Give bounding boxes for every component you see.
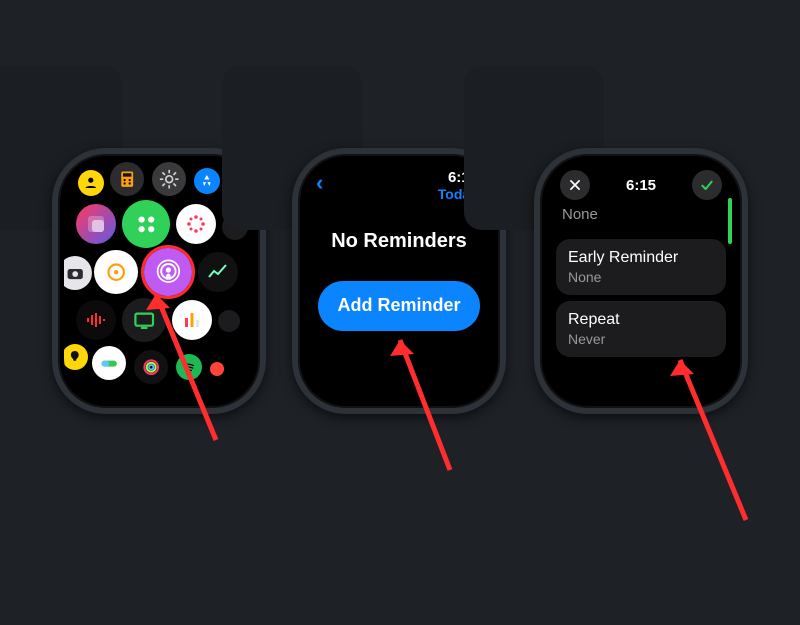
- calculator-app-icon[interactable]: [110, 162, 144, 196]
- side-button[interactable]: [262, 282, 266, 338]
- contacts-app-icon[interactable]: [78, 170, 104, 196]
- repeat-title: Repeat: [568, 311, 714, 329]
- findmy-app-icon[interactable]: [122, 298, 166, 342]
- noise-app-icon[interactable]: [64, 344, 88, 370]
- pill-app-icon[interactable]: [92, 346, 126, 380]
- confirm-button[interactable]: [692, 170, 722, 200]
- add-reminder-label: Add Reminder: [337, 295, 460, 316]
- repeat-value: Never: [568, 331, 714, 347]
- spotify-app-icon[interactable]: [176, 354, 202, 380]
- phone-app-icon[interactable]: [122, 200, 170, 248]
- back-button[interactable]: ‹: [316, 170, 323, 202]
- add-reminder-button[interactable]: Add Reminder: [318, 281, 480, 331]
- watch-screen-3: 6:15 None Early Reminder None Repeat Nev…: [546, 160, 736, 402]
- appstore-app-icon[interactable]: [194, 168, 220, 194]
- podcasts-app-icon[interactable]: [144, 248, 192, 296]
- side-button[interactable]: [502, 282, 506, 338]
- music-app-icon[interactable]: [172, 300, 212, 340]
- shortcuts-app-icon[interactable]: [76, 204, 116, 244]
- no-reminders-heading: No Reminders: [304, 230, 494, 253]
- early-reminder-row[interactable]: Early Reminder None: [556, 239, 726, 295]
- notification-dot-icon: [210, 362, 224, 376]
- repeat-row[interactable]: Repeat Never: [556, 301, 726, 357]
- tutorial-stage: ‹ 6:15 Today No Reminders Add Reminder: [0, 0, 800, 625]
- check-icon: [699, 177, 715, 193]
- cancel-button[interactable]: [560, 170, 590, 200]
- camera-app-icon[interactable]: [64, 256, 92, 290]
- early-reminder-value: None: [568, 269, 714, 285]
- activity-app-icon[interactable]: [134, 350, 168, 384]
- wallet-app-icon[interactable]: [94, 250, 138, 294]
- memos-app-icon[interactable]: [76, 300, 116, 340]
- early-reminder-title: Early Reminder: [568, 249, 714, 267]
- edge-dot-icon[interactable]: [218, 310, 240, 332]
- stocks-app-icon[interactable]: [198, 252, 238, 292]
- watch-case-3: 6:15 None Early Reminder None Repeat Nev…: [534, 148, 748, 414]
- settings-app-icon[interactable]: [152, 162, 186, 196]
- time-label: 6:15: [626, 177, 656, 194]
- side-button[interactable]: [744, 282, 748, 338]
- digital-crown[interactable]: [742, 216, 748, 260]
- tips-app-icon[interactable]: [176, 204, 216, 244]
- scroll-indicator: [728, 198, 732, 244]
- close-icon: [568, 178, 582, 192]
- top-field-value: None: [546, 200, 736, 233]
